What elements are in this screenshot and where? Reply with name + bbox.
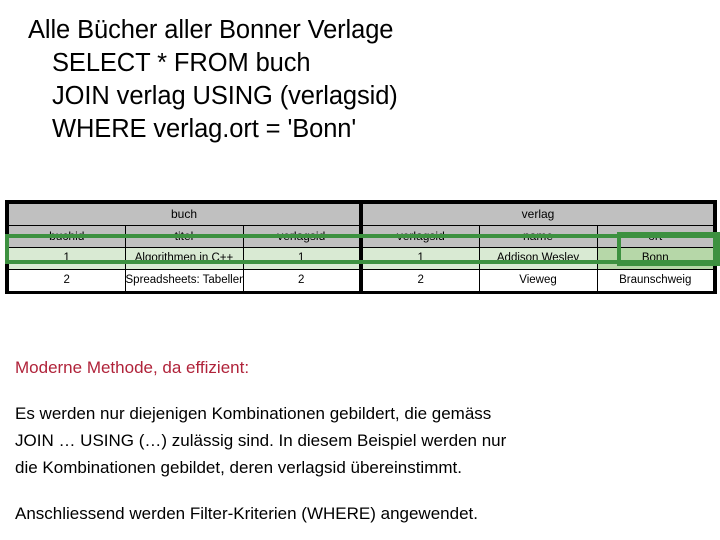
cell-verlagsid-buch: 1 (242, 247, 362, 270)
cell-buchid: 2 (5, 269, 126, 294)
cell-buchid: 1 (5, 247, 126, 270)
column-header-titel: titel (124, 225, 244, 248)
cell-verlagsid-verlag: 1 (359, 247, 480, 270)
group-header-buch: buch (5, 200, 362, 226)
cell-verlagsid-verlag: 2 (359, 269, 480, 294)
join-result-table: buch verlag buchid titel verlagsid verla… (5, 200, 717, 294)
cell-titel: Spreadsheets: Tabellenkalkulation (124, 269, 244, 294)
table-row: 1 Algorithmen in C++ 1 1 Addison Wesley … (5, 247, 717, 270)
table-group-header-row: buch verlag (5, 200, 717, 226)
explanation-paragraph-1: Es werden nur diejenigen Kombinationen g… (15, 400, 705, 481)
paragraph-line: die Kombinationen gebildet, deren verlag… (15, 458, 462, 477)
note-heading: Moderne Methode, da effizient: (15, 358, 250, 377)
cell-ort: Bonn (596, 247, 717, 270)
column-header-verlagsid-buch: verlagsid (242, 225, 362, 248)
column-header-buchid: buchid (5, 225, 126, 248)
table-column-header-row: buchid titel verlagsid verlagsid name or… (5, 225, 717, 248)
column-header-verlagsid-verlag: verlagsid (359, 225, 480, 248)
paragraph-line: Anschliessend werden Filter-Kriterien (W… (15, 504, 478, 523)
paragraph-line: JOIN … USING (…) zulässig sind. In diese… (15, 431, 507, 450)
slide-heading-block: Alle Bücher aller Bonner Verlage SELECT … (0, 0, 720, 146)
slide-title: Alle Bücher aller Bonner Verlage (28, 16, 394, 44)
cell-verlagsid-buch: 2 (242, 269, 362, 294)
explanation-paragraph-2: Anschliessend werden Filter-Kriterien (W… (15, 500, 715, 527)
sql-line-where: WHERE verlag.ort = 'Bonn' (52, 115, 357, 143)
cell-name: Vieweg (478, 269, 598, 294)
cell-name: Addison Wesley (478, 247, 598, 270)
sql-line-join: JOIN verlag USING (verlagsid) (52, 82, 398, 110)
column-header-ort: ort (596, 225, 717, 248)
cell-ort: Braunschweig (596, 269, 717, 294)
cell-titel: Algorithmen in C++ (124, 247, 244, 270)
sql-line-select: SELECT * FROM buch (52, 49, 311, 77)
column-header-name: name (478, 225, 598, 248)
paragraph-line: Es werden nur diejenigen Kombinationen g… (15, 404, 492, 423)
join-result-table-container: buch verlag buchid titel verlagsid verla… (5, 200, 720, 294)
table-row: 2 Spreadsheets: Tabellenkalkulation 2 2 … (5, 269, 717, 294)
group-header-verlag: verlag (359, 200, 717, 226)
